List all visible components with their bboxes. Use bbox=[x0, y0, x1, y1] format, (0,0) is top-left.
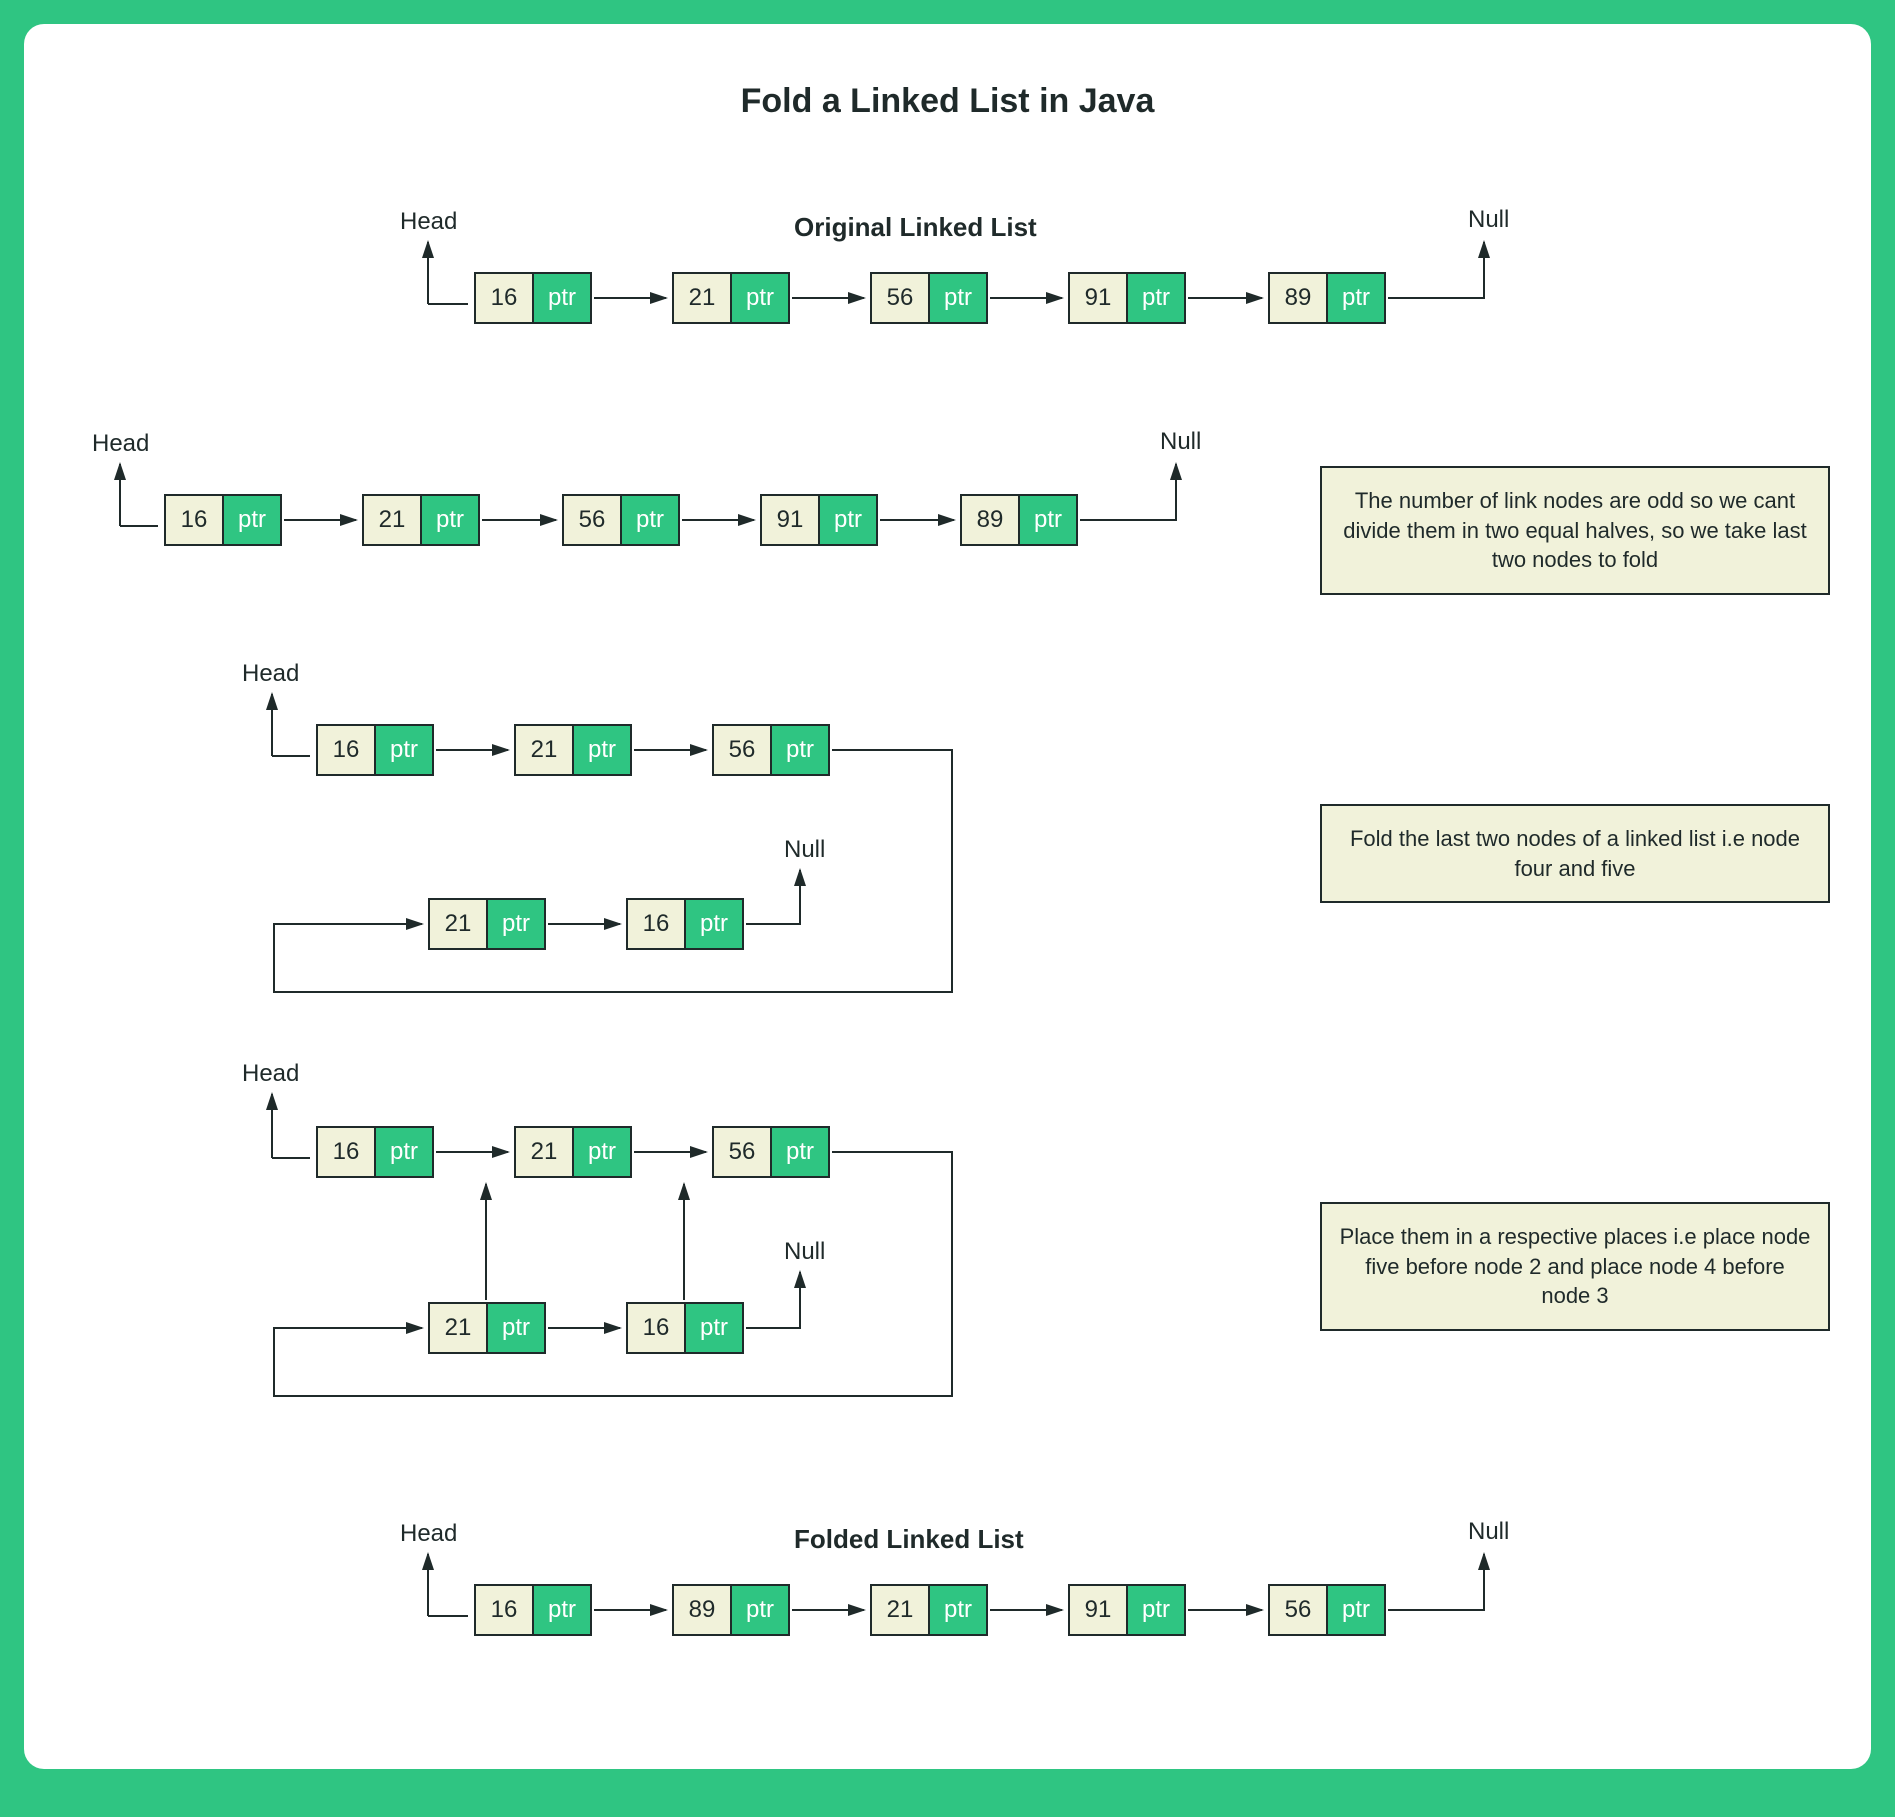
node-ptr: ptr bbox=[820, 496, 876, 544]
node-ptr: ptr bbox=[1328, 274, 1384, 322]
node-ptr: ptr bbox=[772, 1128, 828, 1176]
node-value: 91 bbox=[1070, 274, 1128, 322]
head-label: Head bbox=[400, 208, 457, 236]
list-node: 21ptr bbox=[428, 1302, 546, 1354]
list-node: 16ptr bbox=[474, 1584, 592, 1636]
node-value: 16 bbox=[318, 1128, 376, 1176]
node-value: 16 bbox=[318, 726, 376, 774]
node-value: 89 bbox=[674, 1586, 732, 1634]
node-ptr: ptr bbox=[534, 274, 590, 322]
node-value: 89 bbox=[962, 496, 1020, 544]
list-node: 16ptr bbox=[474, 272, 592, 324]
node-ptr: ptr bbox=[622, 496, 678, 544]
list-node: 21ptr bbox=[672, 272, 790, 324]
list-node: 89ptr bbox=[672, 1584, 790, 1636]
list-node: 16ptr bbox=[316, 1126, 434, 1178]
node-ptr: ptr bbox=[686, 900, 742, 948]
list-node: 89ptr bbox=[960, 494, 1078, 546]
list-node: 56ptr bbox=[712, 724, 830, 776]
list-node: 91ptr bbox=[1068, 1584, 1186, 1636]
null-label: Null bbox=[784, 1238, 825, 1266]
list-node: 16ptr bbox=[164, 494, 282, 546]
list-node: 21ptr bbox=[514, 1126, 632, 1178]
null-label: Null bbox=[1468, 206, 1509, 234]
node-ptr: ptr bbox=[732, 274, 788, 322]
node-value: 56 bbox=[714, 726, 772, 774]
node-value: 16 bbox=[628, 1304, 686, 1352]
list-node: 21ptr bbox=[870, 1584, 988, 1636]
list-node: 56ptr bbox=[712, 1126, 830, 1178]
explain-step2: Fold the last two nodes of a linked list… bbox=[1320, 804, 1830, 903]
node-value: 21 bbox=[364, 496, 422, 544]
null-label: Null bbox=[1160, 428, 1201, 456]
node-value: 56 bbox=[1270, 1586, 1328, 1634]
node-ptr: ptr bbox=[376, 726, 432, 774]
list-node: 56ptr bbox=[562, 494, 680, 546]
node-ptr: ptr bbox=[1128, 1586, 1184, 1634]
node-value: 89 bbox=[1270, 274, 1328, 322]
head-label: Head bbox=[242, 660, 299, 688]
node-value: 21 bbox=[430, 900, 488, 948]
node-value: 56 bbox=[872, 274, 930, 322]
node-value: 91 bbox=[1070, 1586, 1128, 1634]
page-title: Fold a Linked List in Java bbox=[741, 82, 1155, 121]
node-ptr: ptr bbox=[686, 1304, 742, 1352]
list-node: 89ptr bbox=[1268, 272, 1386, 324]
node-ptr: ptr bbox=[772, 726, 828, 774]
node-ptr: ptr bbox=[574, 1128, 630, 1176]
node-ptr: ptr bbox=[488, 1304, 544, 1352]
node-value: 16 bbox=[166, 496, 224, 544]
head-label: Head bbox=[400, 1520, 457, 1548]
list-node: 16ptr bbox=[626, 1302, 744, 1354]
node-ptr: ptr bbox=[224, 496, 280, 544]
node-ptr: ptr bbox=[1128, 274, 1184, 322]
node-ptr: ptr bbox=[930, 274, 986, 322]
node-ptr: ptr bbox=[574, 726, 630, 774]
node-value: 21 bbox=[430, 1304, 488, 1352]
subtitle-original: Original Linked List bbox=[794, 212, 1037, 243]
node-value: 21 bbox=[516, 726, 574, 774]
node-ptr: ptr bbox=[422, 496, 478, 544]
null-label: Null bbox=[784, 836, 825, 864]
node-ptr: ptr bbox=[1328, 1586, 1384, 1634]
head-label: Head bbox=[92, 430, 149, 458]
list-node: 56ptr bbox=[870, 272, 988, 324]
list-node: 91ptr bbox=[1068, 272, 1186, 324]
explain-step3: Place them in a respective places i.e pl… bbox=[1320, 1202, 1830, 1331]
list-node: 21ptr bbox=[362, 494, 480, 546]
node-value: 56 bbox=[564, 496, 622, 544]
node-value: 16 bbox=[476, 1586, 534, 1634]
diagram-canvas: Fold a Linked List in Java Original Link… bbox=[24, 24, 1871, 1769]
node-ptr: ptr bbox=[930, 1586, 986, 1634]
node-ptr: ptr bbox=[376, 1128, 432, 1176]
head-label: Head bbox=[242, 1060, 299, 1088]
subtitle-folded: Folded Linked List bbox=[794, 1524, 1024, 1555]
list-node: 16ptr bbox=[626, 898, 744, 950]
node-value: 91 bbox=[762, 496, 820, 544]
list-node: 21ptr bbox=[428, 898, 546, 950]
node-value: 16 bbox=[476, 274, 534, 322]
node-value: 21 bbox=[674, 274, 732, 322]
list-node: 91ptr bbox=[760, 494, 878, 546]
node-value: 21 bbox=[516, 1128, 574, 1176]
list-node: 16ptr bbox=[316, 724, 434, 776]
list-node: 21ptr bbox=[514, 724, 632, 776]
node-value: 16 bbox=[628, 900, 686, 948]
explain-step1: The number of link nodes are odd so we c… bbox=[1320, 466, 1830, 595]
node-ptr: ptr bbox=[534, 1586, 590, 1634]
node-ptr: ptr bbox=[732, 1586, 788, 1634]
node-ptr: ptr bbox=[488, 900, 544, 948]
list-node: 56ptr bbox=[1268, 1584, 1386, 1636]
node-value: 56 bbox=[714, 1128, 772, 1176]
null-label: Null bbox=[1468, 1518, 1509, 1546]
node-value: 21 bbox=[872, 1586, 930, 1634]
node-ptr: ptr bbox=[1020, 496, 1076, 544]
